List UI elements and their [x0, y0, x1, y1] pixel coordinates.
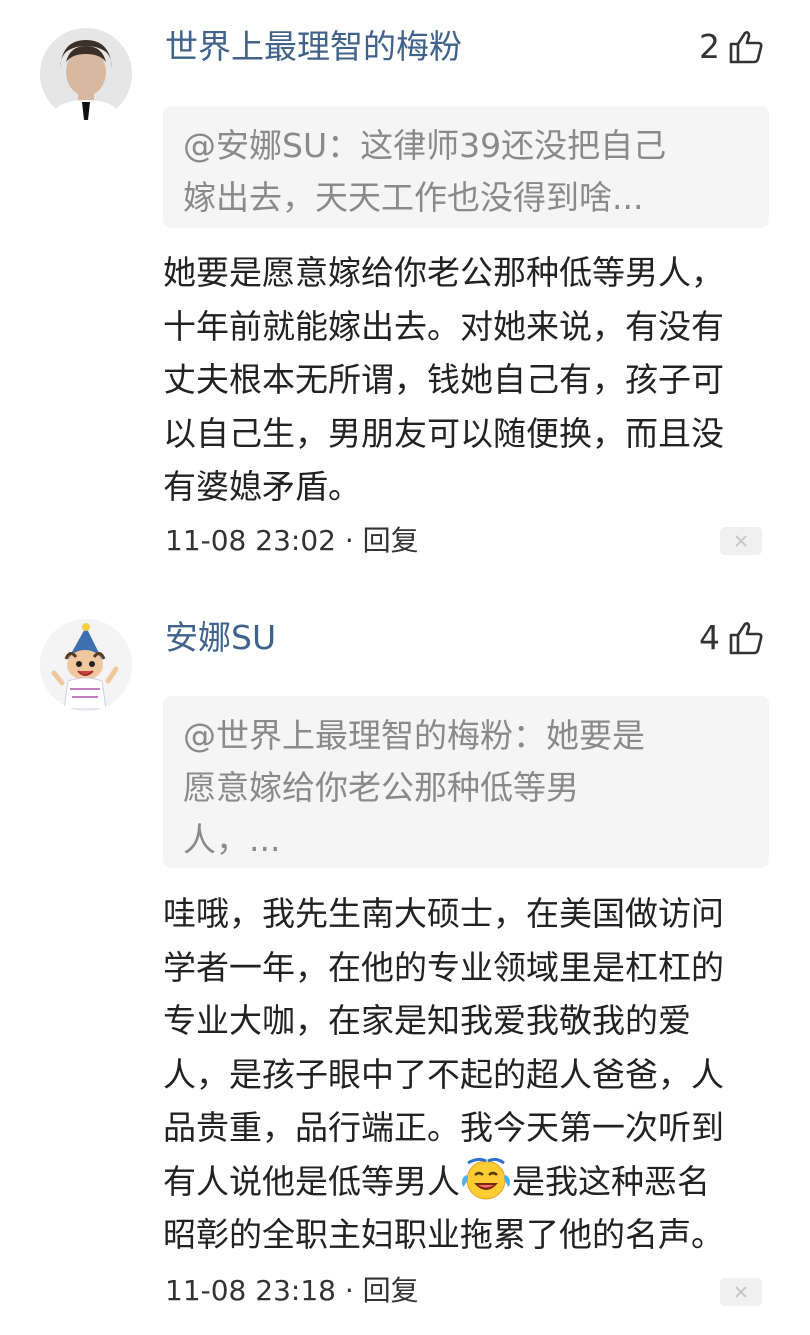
quote-line: 愿意嫁给你老公那种低等男	[183, 768, 579, 807]
body-line: 丈夫根本无所谓，钱她自己有，孩子可	[163, 360, 724, 399]
quote-line: @安娜SU：这律师39还没把自己	[183, 126, 667, 165]
body-line: 人，是孩子眼中了不起的超人爸爸，人	[163, 1054, 724, 1094]
comment-body: 哇哦，我先生南大硕士，在美国做访问 学者一年，在他的专业领域里是杠杠的 专业大咖…	[163, 887, 773, 1262]
avatar[interactable]	[40, 619, 132, 711]
body-line: 昭彰的全职主妇职业拖累了他的名声。	[163, 1215, 724, 1254]
timestamp: 11-08 23:02	[165, 524, 336, 557]
thumbs-up-icon[interactable]	[728, 29, 764, 65]
quote-line: 人，...	[183, 820, 281, 859]
avatar-image	[40, 28, 132, 120]
body-line: 品贵重，品行端正。我今天第一次听到	[163, 1108, 724, 1147]
body-line: 以自己生，男朋友可以随便换，而且没	[163, 413, 724, 453]
like-count: 4	[699, 618, 720, 657]
quoted-reply[interactable]: @世界上最理智的梅粉：她要是 愿意嫁给你老公那种低等男 人，...	[163, 696, 769, 868]
separator: ·	[335, 1274, 363, 1307]
quote-line: @世界上最理智的梅粉：她要是	[183, 716, 645, 755]
like-button[interactable]: 4	[699, 618, 764, 658]
crying-laughing-emoji-icon	[460, 1157, 512, 1201]
body-line: 有婆媳矛盾。	[163, 467, 361, 506]
body-text-segment: 有人说他是低等男人	[163, 1161, 460, 1201]
username[interactable]: 世界上最理智的梅粉	[165, 27, 462, 67]
reply-button[interactable]: 回复	[363, 524, 419, 557]
like-button[interactable]: 2	[699, 27, 764, 67]
comment-meta: 11-08 23:02 · 回复	[165, 524, 419, 558]
close-icon	[733, 1284, 749, 1300]
avatar-image	[40, 619, 132, 711]
body-text-segment: 是我这种恶名	[512, 1161, 710, 1201]
dismiss-button[interactable]	[720, 1278, 762, 1306]
body-line: 哇哦，我先生南大硕士，在美国做访问	[163, 894, 724, 933]
separator: ·	[335, 524, 363, 557]
body-line: 学者一年，在他的专业领域里是杠杠的	[163, 947, 724, 987]
quote-line: 嫁出去，天天工作也没得到啥...	[183, 178, 644, 217]
comment-meta: 11-08 23:18 · 回复	[165, 1274, 419, 1308]
body-line: 十年前就能嫁出去。对她来说，有没有	[163, 306, 724, 346]
body-line: 有人说他是低等男人 是我这种恶名	[163, 1155, 773, 1209]
timestamp: 11-08 23:18	[165, 1274, 336, 1307]
comment-body: 她要是愿意嫁给你老公那种低等男人， 十年前就能嫁出去。对她来说，有没有 丈夫根本…	[163, 246, 773, 514]
like-count: 2	[699, 27, 720, 66]
thumbs-up-icon[interactable]	[728, 620, 764, 656]
username[interactable]: 安娜SU	[165, 618, 276, 658]
close-icon	[733, 533, 749, 549]
body-line: 专业大咖，在家是知我爱我敬我的爱	[163, 1001, 691, 1040]
reply-button[interactable]: 回复	[363, 1274, 419, 1307]
body-line: 她要是愿意嫁给你老公那种低等男人，	[163, 253, 724, 292]
quoted-reply[interactable]: @安娜SU：这律师39还没把自己 嫁出去，天天工作也没得到啥...	[163, 106, 769, 228]
dismiss-button[interactable]	[720, 527, 762, 555]
avatar[interactable]	[40, 28, 132, 120]
